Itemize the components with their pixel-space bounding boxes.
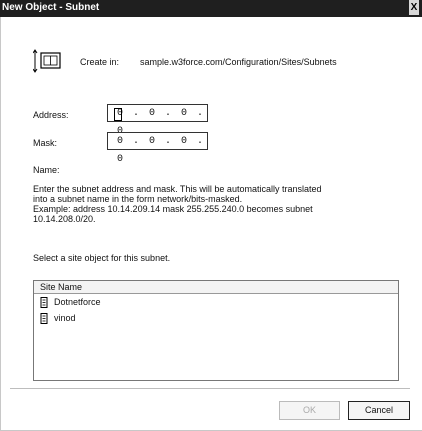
ok-button[interactable]: OK	[279, 401, 340, 420]
help-line: Enter the subnet address and mask. This …	[33, 184, 322, 194]
help-text: Enter the subnet address and mask. This …	[33, 184, 321, 224]
create-in-label: Create in:	[80, 57, 120, 67]
site-list[interactable]: Site Name Dotnetforce vinod	[33, 280, 399, 381]
close-button[interactable]: X	[409, 0, 419, 15]
help-line: Example: address 10.14.209.14 mask 255.2…	[33, 204, 313, 214]
text-cursor	[114, 108, 122, 121]
footer-divider	[10, 388, 410, 389]
column-header-site-name[interactable]: Site Name	[34, 281, 398, 294]
address-label: Address:	[33, 110, 69, 120]
site-icon	[40, 313, 48, 324]
create-in-path: sample.w3force.com/Configuration/Sites/S…	[140, 57, 337, 67]
address-field[interactable]: 0 . 0 . 0 . 0	[107, 104, 208, 137]
site-select-instruction: Select a site object for this subnet.	[33, 253, 171, 263]
title-bar: New Object - Subnet X	[0, 0, 422, 17]
help-line: into a subnet name in the form network/b…	[33, 194, 243, 204]
subnet-object-icon	[33, 49, 61, 73]
cancel-button[interactable]: Cancel	[348, 401, 410, 420]
help-line: 10.14.208.0/20.	[33, 214, 96, 224]
list-item-label: vinod	[54, 313, 76, 323]
window-title: New Object - Subnet	[2, 2, 100, 13]
list-item-label: Dotnetforce	[54, 297, 101, 307]
mask-field[interactable]: 0 . 0 . 0 . 0	[107, 132, 208, 165]
column-header-label: Site Name	[40, 282, 83, 292]
name-label: Name:	[33, 165, 60, 175]
site-icon	[40, 297, 48, 308]
mask-label: Mask:	[33, 138, 58, 148]
